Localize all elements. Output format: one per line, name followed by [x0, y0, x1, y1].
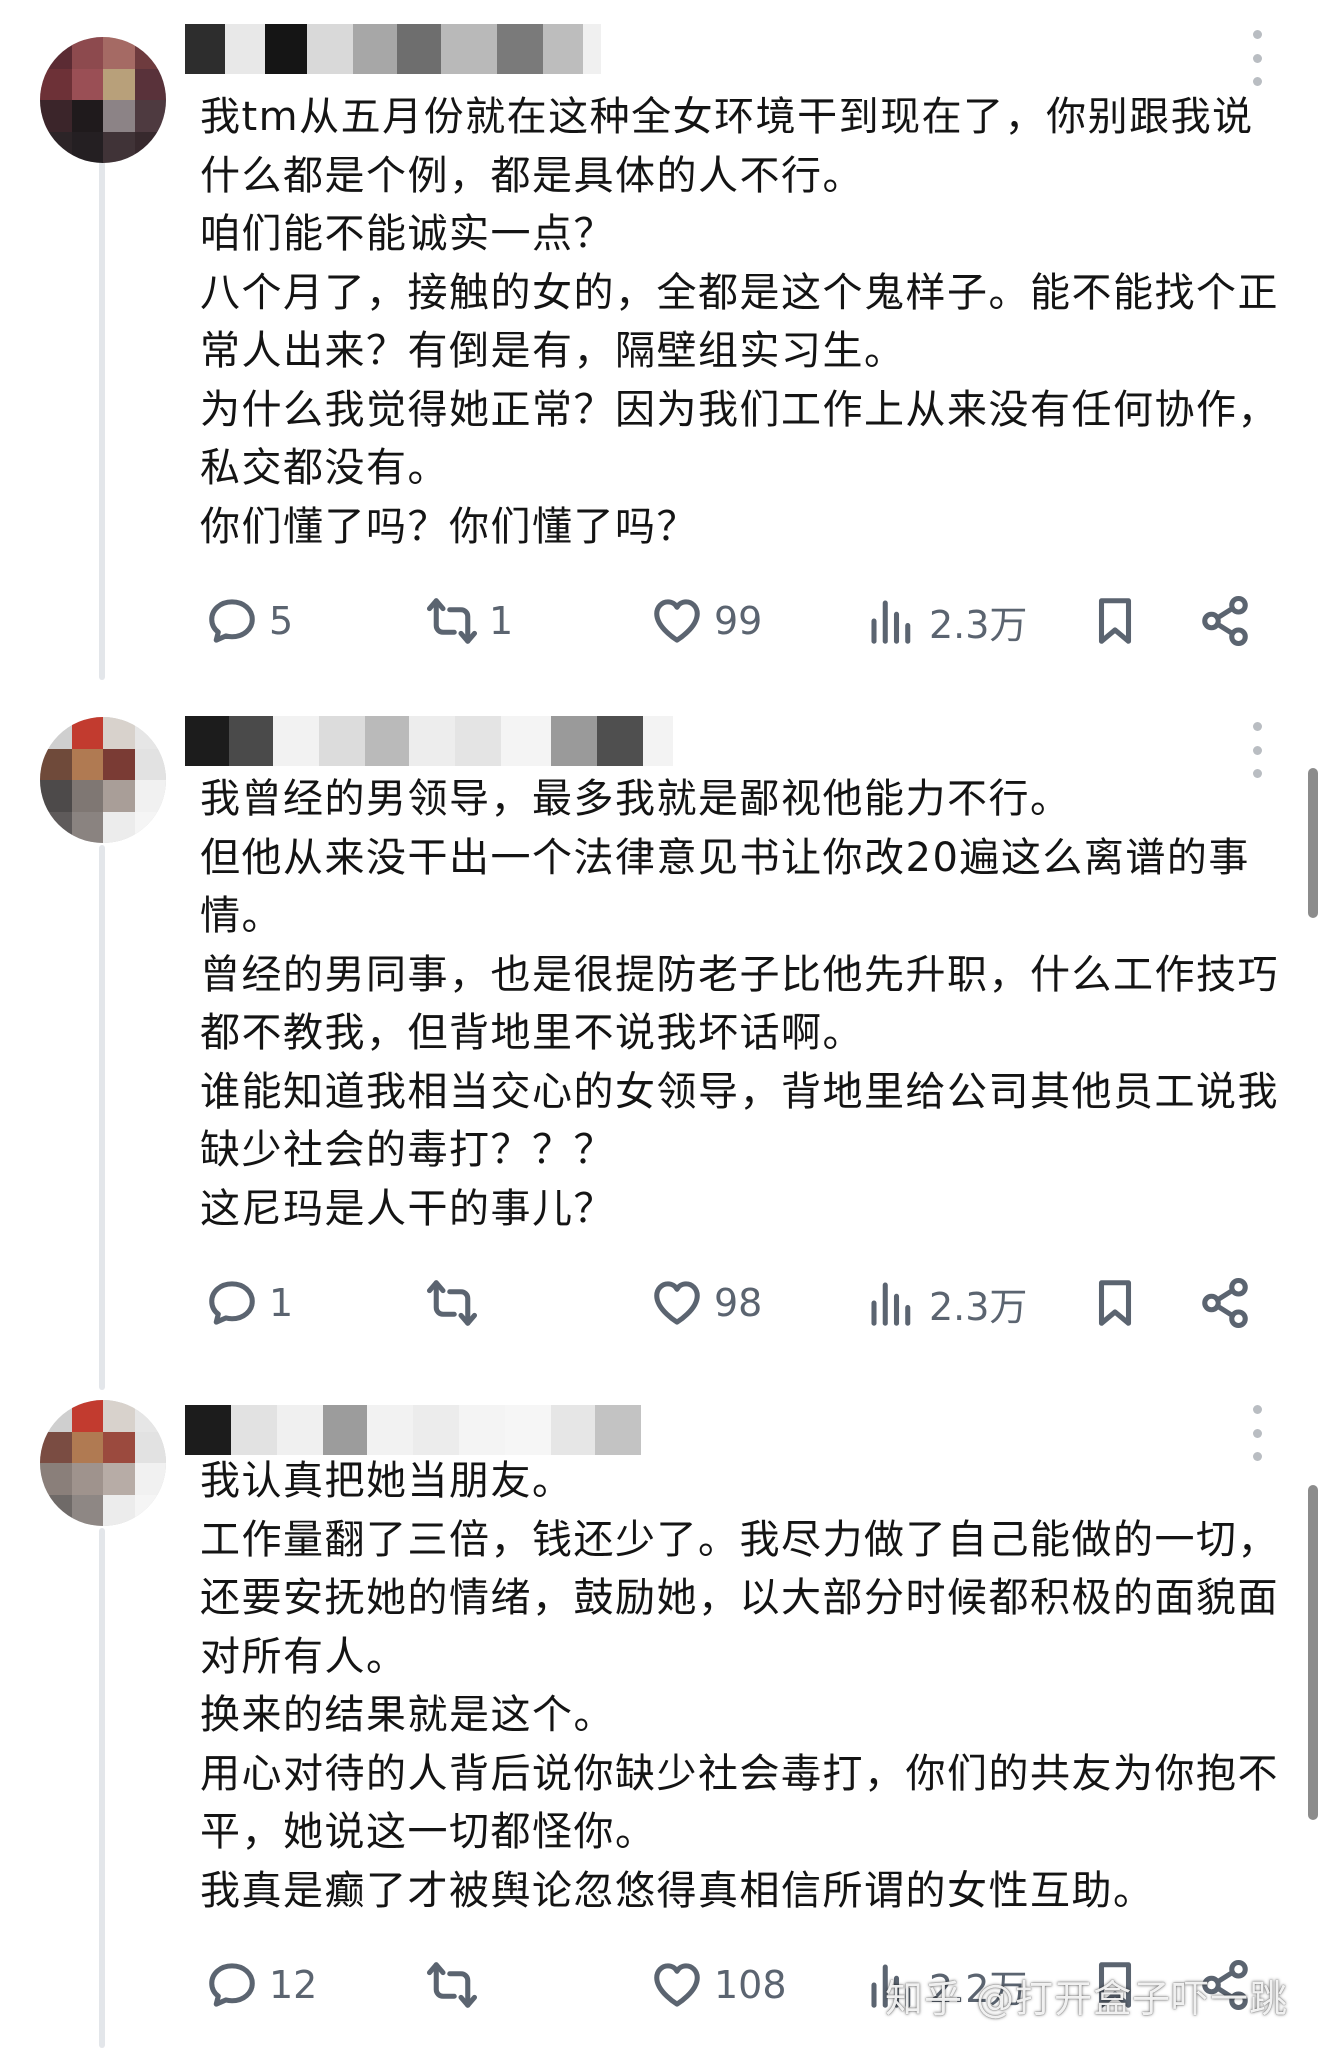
- scrollbar-thumb[interactable]: [1308, 1485, 1318, 1820]
- reply-button[interactable]: 12: [205, 1955, 317, 2015]
- repost-arrows-icon: [426, 1962, 478, 2008]
- heart-icon: [654, 1963, 700, 2007]
- dot: [1252, 1428, 1262, 1438]
- post-paragraph: 换来的结果就是这个。: [200, 1692, 615, 1738]
- speech-bubble-icon: [209, 1963, 255, 2007]
- post-paragraph: 我真是癫了才被舆论忽悠得真相信所谓的女性互助。: [200, 1867, 1155, 1914]
- scrollbar-thumb[interactable]: [1308, 768, 1318, 918]
- like-button[interactable]: 108: [650, 1955, 787, 2015]
- username-censored: [185, 1405, 641, 1455]
- post-paragraph: 我认真把她当朋友。: [200, 1458, 574, 1504]
- vertical-dots-icon: [1252, 1405, 1262, 1414]
- reply-count: 12: [269, 1963, 318, 2007]
- avatar[interactable]: [40, 1400, 166, 1526]
- post-body: 我认真把她当朋友。 工作量翻了三倍，钱还少了。我尽力做了自己能做的一切，还要安抚…: [200, 1452, 1280, 1920]
- post-paragraph: 用心对待的人背后说你缺少社会毒打，你们的共友为你抱不平，她说这一切都怪你。: [200, 1750, 1279, 1856]
- watermark: 知乎 @打开盒子吓一跳: [885, 1977, 1289, 2021]
- repost-button[interactable]: [425, 1955, 489, 2015]
- post-paragraph: 工作量翻了三倍，钱还少了。我尽力做了自己能做的一切，还要安抚她的情绪，鼓励她，以…: [200, 1516, 1279, 1680]
- like-count: 108: [714, 1963, 787, 2007]
- post: 我认真把她当朋友。 工作量翻了三倍，钱还少了。我尽力做了自己能做的一切，还要安抚…: [0, 0, 1322, 2048]
